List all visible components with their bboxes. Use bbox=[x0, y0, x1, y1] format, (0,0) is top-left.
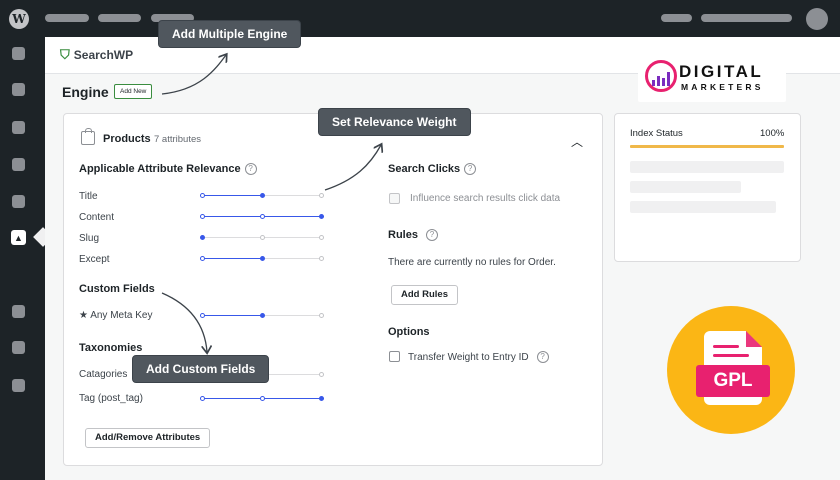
attribute-label: ★ Any Meta Key bbox=[79, 310, 153, 321]
weight-slider[interactable] bbox=[200, 193, 324, 199]
search-clicks-title: Search Clicks bbox=[388, 163, 461, 175]
chart-bars-icon bbox=[652, 70, 670, 86]
add-rules-button[interactable]: Add Rules bbox=[391, 285, 458, 305]
top-bar-item[interactable] bbox=[45, 14, 89, 22]
weight-slider[interactable] bbox=[200, 214, 324, 220]
slider-stop bbox=[319, 235, 324, 240]
brand-name: SearchWP bbox=[73, 48, 134, 62]
index-status-label: Index Status bbox=[630, 128, 683, 139]
slider-stop bbox=[200, 313, 205, 318]
slider-stop bbox=[319, 193, 324, 198]
sidebar-menu-icon[interactable] bbox=[12, 379, 25, 392]
options-heading: Options bbox=[388, 326, 430, 338]
slider-fill bbox=[200, 195, 262, 196]
searchwp-leaf-icon: ⛉ bbox=[60, 47, 70, 62]
logo-title: DIGITAL bbox=[679, 62, 764, 81]
attribute-label: Title bbox=[79, 191, 98, 202]
admin-sidebar bbox=[0, 37, 45, 480]
attribute-label: Tag (post_tag) bbox=[79, 393, 143, 404]
weight-slider[interactable] bbox=[200, 256, 324, 262]
searchwp-menu-icon[interactable]: ▲ bbox=[11, 230, 26, 245]
gpl-label: GPL bbox=[696, 365, 770, 397]
weight-slider[interactable] bbox=[200, 235, 324, 241]
transfer-weight-label: Transfer Weight to Entry ID? bbox=[408, 351, 549, 363]
slider-stop bbox=[200, 396, 205, 401]
slider-stop bbox=[319, 313, 324, 318]
index-status-percent: 100% bbox=[760, 128, 785, 139]
search-clicks-checkbox[interactable] bbox=[389, 193, 400, 204]
sidebar-menu-icon[interactable] bbox=[12, 195, 25, 208]
top-bar-item[interactable] bbox=[98, 14, 141, 22]
skeleton-line bbox=[630, 181, 741, 193]
transfer-weight-checkbox[interactable] bbox=[389, 351, 400, 362]
top-bar-item[interactable] bbox=[701, 14, 792, 22]
attribute-label: Slug bbox=[79, 233, 100, 244]
slider-stop bbox=[200, 214, 205, 219]
slider-stop bbox=[200, 256, 205, 261]
slider-handle[interactable] bbox=[319, 214, 324, 219]
question-circle-icon[interactable]: ? bbox=[244, 163, 257, 175]
question-circle-icon[interactable]: ? bbox=[425, 229, 438, 241]
slider-stop bbox=[200, 193, 205, 198]
question-circle-icon[interactable]: ? bbox=[464, 163, 477, 175]
relevance-heading: Applicable Attribute Relevance? bbox=[79, 163, 257, 175]
document-line bbox=[713, 354, 749, 357]
sidebar-menu-icon[interactable] bbox=[12, 121, 25, 134]
slider-stop bbox=[259, 214, 265, 219]
slider-fill bbox=[200, 315, 262, 316]
slider-handle[interactable] bbox=[200, 235, 205, 240]
slider-stop bbox=[319, 256, 324, 261]
source-title: Products bbox=[103, 133, 151, 145]
index-progress-bar bbox=[630, 145, 784, 148]
slider-stop bbox=[319, 372, 324, 377]
skeleton-line bbox=[630, 161, 784, 173]
weight-slider[interactable] bbox=[200, 396, 324, 402]
chevron-up-icon[interactable]: ︿ bbox=[571, 133, 583, 150]
skeleton-line bbox=[630, 201, 776, 213]
shopping-bag-icon bbox=[81, 128, 95, 145]
slider-handle[interactable] bbox=[259, 193, 265, 198]
question-circle-icon[interactable]: ? bbox=[536, 351, 549, 363]
weight-slider[interactable] bbox=[200, 313, 324, 319]
taxonomies-heading: Taxonomies bbox=[79, 342, 143, 354]
callout-relevance-weight: Set Relevance Weight bbox=[318, 108, 471, 136]
callout-custom-fields: Add Custom Fields bbox=[132, 355, 270, 383]
slider-fill bbox=[200, 258, 262, 259]
callout-multiple-engine: Add Multiple Engine bbox=[158, 20, 302, 48]
avatar[interactable] bbox=[806, 8, 828, 30]
relevance-title: Applicable Attribute Relevance bbox=[79, 163, 241, 175]
attribute-label: Catagories bbox=[79, 369, 128, 380]
wordpress-icon[interactable]: W bbox=[9, 9, 29, 29]
sidebar-menu-icon[interactable] bbox=[12, 83, 25, 96]
page-title: Engine bbox=[62, 84, 109, 100]
rules-heading: Rules? bbox=[388, 229, 438, 241]
sidebar-menu-icon[interactable] bbox=[12, 47, 25, 60]
top-bar-item[interactable] bbox=[661, 14, 692, 22]
attribute-count: 7 attributes bbox=[154, 134, 201, 145]
add-new-engine-button[interactable]: Add New bbox=[114, 84, 153, 99]
slider-handle[interactable] bbox=[259, 256, 265, 261]
add-remove-attributes-button[interactable]: Add/Remove Attributes bbox=[85, 428, 211, 448]
search-clicks-label: Influence search results click data bbox=[410, 193, 561, 204]
document-line bbox=[713, 345, 739, 348]
sidebar-menu-icon[interactable] bbox=[12, 305, 25, 318]
attribute-label: Except bbox=[79, 254, 110, 265]
sidebar-menu-icon[interactable] bbox=[12, 341, 25, 354]
logo-subtitle: MARKETERS bbox=[681, 82, 764, 92]
slider-stop bbox=[259, 396, 265, 401]
attribute-label: Content bbox=[79, 212, 115, 223]
slider-handle[interactable] bbox=[319, 396, 324, 401]
transfer-weight-text: Transfer Weight to Entry ID bbox=[408, 352, 529, 363]
custom-fields-heading: Custom Fields bbox=[79, 283, 155, 295]
slider-handle[interactable] bbox=[259, 313, 265, 318]
sidebar-menu-icon[interactable] bbox=[12, 158, 25, 171]
search-clicks-heading: Search Clicks? bbox=[388, 163, 477, 175]
rules-title: Rules bbox=[388, 229, 418, 241]
rules-empty-text: There are currently no rules for Order. bbox=[388, 257, 556, 268]
brand-logo: ⛉ SearchWP bbox=[60, 47, 133, 63]
slider-stop bbox=[259, 235, 265, 240]
admin-top-bar: W bbox=[0, 0, 840, 37]
